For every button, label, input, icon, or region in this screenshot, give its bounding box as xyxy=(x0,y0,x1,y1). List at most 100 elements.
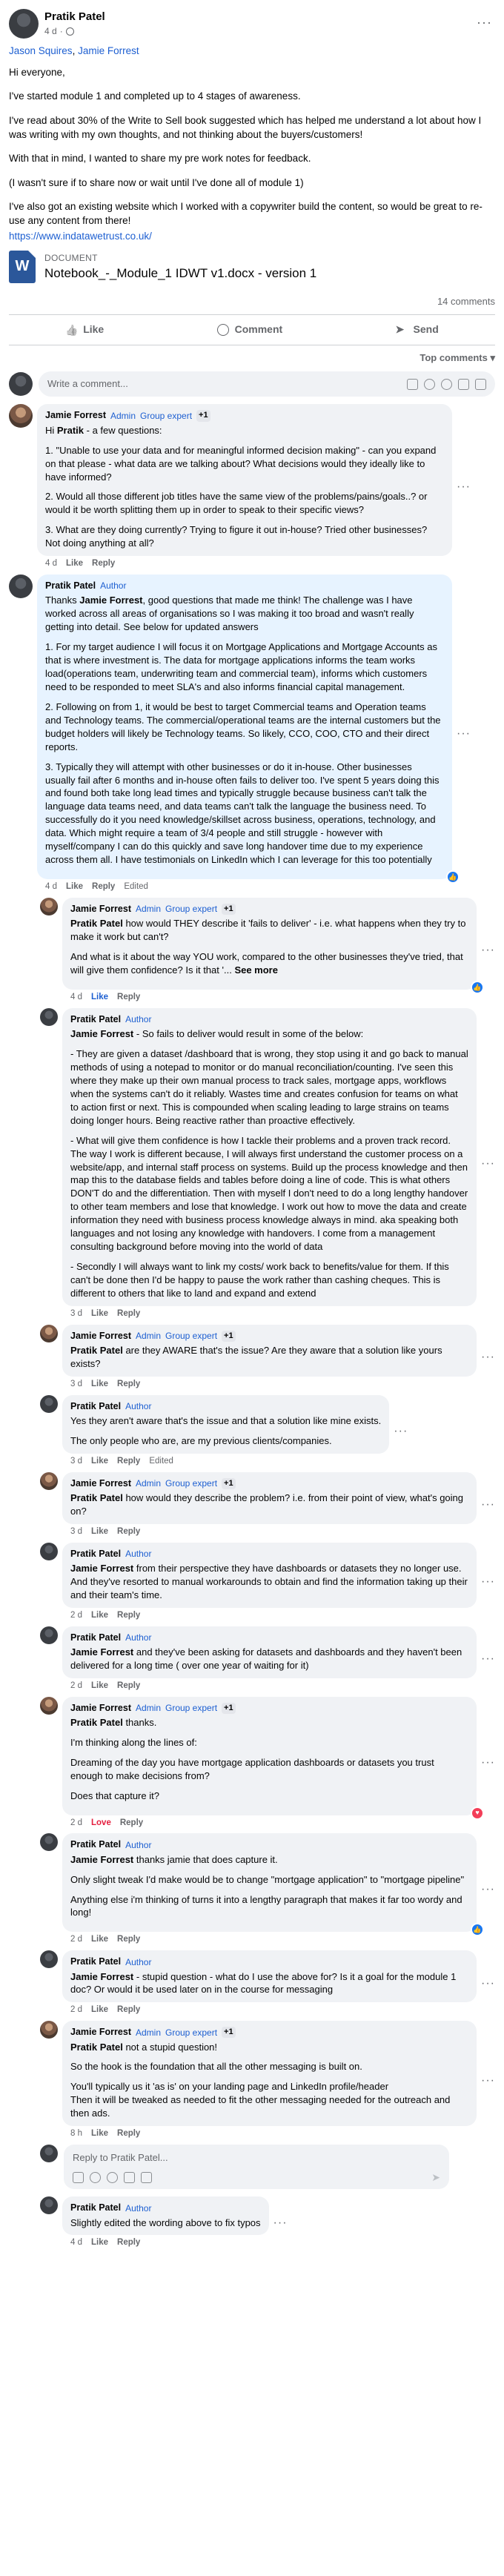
post-time[interactable]: 4 d xyxy=(44,25,57,38)
comment-like-link[interactable]: Like xyxy=(66,881,83,893)
commenter-avatar[interactable] xyxy=(40,1394,58,1413)
document-attachment[interactable]: W DOCUMENT Notebook_-_Module_1 IDWT v1.d… xyxy=(9,251,495,284)
comment-like-link[interactable]: Like xyxy=(91,992,108,1004)
comment-options-icon[interactable]: ··· xyxy=(481,1156,495,1172)
comment-options-icon[interactable]: ··· xyxy=(273,2215,288,2231)
sticker-alt-icon[interactable] xyxy=(475,378,486,390)
comment-sort-dropdown[interactable]: Top comments ▾ xyxy=(9,345,495,369)
commenter-avatar[interactable] xyxy=(9,404,33,428)
more-badges-count[interactable]: +1 xyxy=(222,904,236,915)
commenter-name[interactable]: Pratik Patel xyxy=(70,1632,121,1644)
commenter-name[interactable]: Pratik Patel xyxy=(70,1013,121,1026)
commenter-name[interactable]: Pratik Patel xyxy=(70,1548,121,1560)
like-reaction-icon[interactable]: 👍 xyxy=(471,1923,485,1937)
commenter-avatar[interactable] xyxy=(40,1007,58,1026)
comment-options-icon[interactable]: ··· xyxy=(481,1349,495,1365)
comment-like-link[interactable]: Like xyxy=(91,2004,108,2016)
commenter-avatar[interactable] xyxy=(40,1833,58,1852)
comment-like-link[interactable]: Like xyxy=(91,2128,108,2140)
comment-options-icon[interactable]: ··· xyxy=(457,479,471,495)
comment-time[interactable]: 2 d xyxy=(70,1681,82,1692)
more-options-icon[interactable]: ··· xyxy=(477,13,492,32)
comment-like-link[interactable]: Like xyxy=(91,1526,108,1538)
comment-options-icon[interactable]: ··· xyxy=(457,726,471,742)
commenter-avatar[interactable] xyxy=(40,1696,58,1715)
commenter-name[interactable]: Jamie Forrest xyxy=(70,903,131,915)
comment-options-icon[interactable]: ··· xyxy=(481,942,495,958)
comment-love-link[interactable]: Love xyxy=(91,1818,111,1830)
comment-reply-link[interactable]: Reply xyxy=(120,1818,143,1830)
mention-link[interactable]: Jamie Forrest xyxy=(79,595,142,606)
comment-options-icon[interactable]: ··· xyxy=(481,1755,495,1771)
comment-like-link[interactable]: Like xyxy=(91,1610,108,1622)
commenter-name[interactable]: Pratik Patel xyxy=(45,580,96,592)
sticker-icon[interactable] xyxy=(407,378,418,390)
commenter-name[interactable]: Jamie Forrest xyxy=(70,1702,131,1715)
commenter-avatar[interactable] xyxy=(40,2021,58,2039)
website-link[interactable]: https://www.indatawetrust.co.uk/ xyxy=(9,231,152,242)
comment-time[interactable]: 4 d xyxy=(45,558,57,570)
commenter-name[interactable]: Pratik Patel xyxy=(70,1838,121,1851)
commenter-name[interactable]: Jamie Forrest xyxy=(70,1477,131,1490)
comment-like-link[interactable]: Like xyxy=(91,1456,108,1468)
comment-reply-link[interactable]: Reply xyxy=(117,2128,140,2140)
reply-input[interactable]: Reply to Pratik Patel... ➤ xyxy=(64,2145,449,2190)
send-reply-icon[interactable]: ➤ xyxy=(431,2171,440,2185)
gif-icon[interactable] xyxy=(124,2172,135,2184)
comment-time[interactable]: 3 d xyxy=(70,1456,82,1468)
mention-link[interactable]: Pratik Patel xyxy=(70,1345,123,1356)
more-badges-count[interactable]: +1 xyxy=(222,2027,236,2039)
mention-link[interactable]: Jamie Forrest xyxy=(70,1646,133,1658)
comment-reply-link[interactable]: Reply xyxy=(117,1610,140,1622)
comment-reply-link[interactable]: Reply xyxy=(117,1308,140,1320)
commenter-avatar[interactable] xyxy=(40,1950,58,1969)
comment-like-link[interactable]: Like xyxy=(91,2237,108,2249)
sticker-alt-icon[interactable] xyxy=(141,2172,152,2184)
mention-link[interactable]: Jamie Forrest xyxy=(70,1563,133,1574)
see-more-link[interactable]: See more xyxy=(234,964,278,976)
camera-icon[interactable] xyxy=(107,2172,118,2184)
tag-jason-squires[interactable]: Jason Squires xyxy=(9,45,73,56)
send-button[interactable]: Send xyxy=(374,319,461,340)
comment-options-icon[interactable]: ··· xyxy=(481,1651,495,1667)
comment-reply-link[interactable]: Reply xyxy=(117,2004,140,2016)
love-reaction-icon[interactable]: ♥ xyxy=(471,1806,485,1820)
more-badges-count[interactable]: +1 xyxy=(196,410,210,422)
commenter-name[interactable]: Jamie Forrest xyxy=(70,2026,131,2039)
comment-time[interactable]: 8 h xyxy=(70,2128,82,2140)
comment-reply-link[interactable]: Reply xyxy=(117,1681,140,1692)
comment-time[interactable]: 2 d xyxy=(70,1610,82,1622)
comment-input[interactable]: Write a comment... xyxy=(39,371,495,397)
commenter-name[interactable]: Pratik Patel xyxy=(70,1400,121,1413)
comment-time[interactable]: 3 d xyxy=(70,1379,82,1391)
comment-time[interactable]: 4 d xyxy=(45,881,57,893)
comment-reply-link[interactable]: Reply xyxy=(117,992,140,1004)
comment-reply-link[interactable]: Reply xyxy=(117,1456,140,1468)
comment-time[interactable]: 2 d xyxy=(70,1818,82,1830)
comment-reply-link[interactable]: Reply xyxy=(117,1526,140,1538)
mention-link[interactable]: Pratik Patel xyxy=(70,1717,123,1728)
post-author-name[interactable]: Pratik Patel xyxy=(44,10,105,25)
comment-like-link[interactable]: Like xyxy=(91,1379,108,1391)
comment-options-icon[interactable]: ··· xyxy=(481,1881,495,1898)
comment-reply-link[interactable]: Reply xyxy=(92,558,115,570)
commenter-avatar[interactable] xyxy=(40,1324,58,1342)
emoji-icon[interactable] xyxy=(424,378,435,390)
attachment-name[interactable]: Notebook_-_Module_1 IDWT v1.docx - versi… xyxy=(44,265,316,282)
commenter-avatar[interactable] xyxy=(40,2196,58,2215)
like-reaction-icon[interactable]: 👍 xyxy=(471,980,485,994)
comment-options-icon[interactable]: ··· xyxy=(394,1423,408,1440)
comment-reply-link[interactable]: Reply xyxy=(117,1379,140,1391)
comment-count[interactable]: 14 comments xyxy=(9,291,495,316)
commenter-name[interactable]: Jamie Forrest xyxy=(45,409,106,422)
comment-options-icon[interactable]: ··· xyxy=(481,2073,495,2089)
more-badges-count[interactable]: +1 xyxy=(222,1477,236,1489)
commenter-avatar[interactable] xyxy=(40,897,58,915)
gif-icon[interactable] xyxy=(458,378,469,390)
comment-like-link[interactable]: Like xyxy=(91,1681,108,1692)
commenter-name[interactable]: Pratik Patel xyxy=(70,1956,121,1968)
comment-time[interactable]: 3 d xyxy=(70,1526,82,1538)
comment-time[interactable]: 2 d xyxy=(70,1934,82,1946)
comment-time[interactable]: 2 d xyxy=(70,2004,82,2016)
like-reaction-icon[interactable]: 👍 xyxy=(446,870,460,884)
